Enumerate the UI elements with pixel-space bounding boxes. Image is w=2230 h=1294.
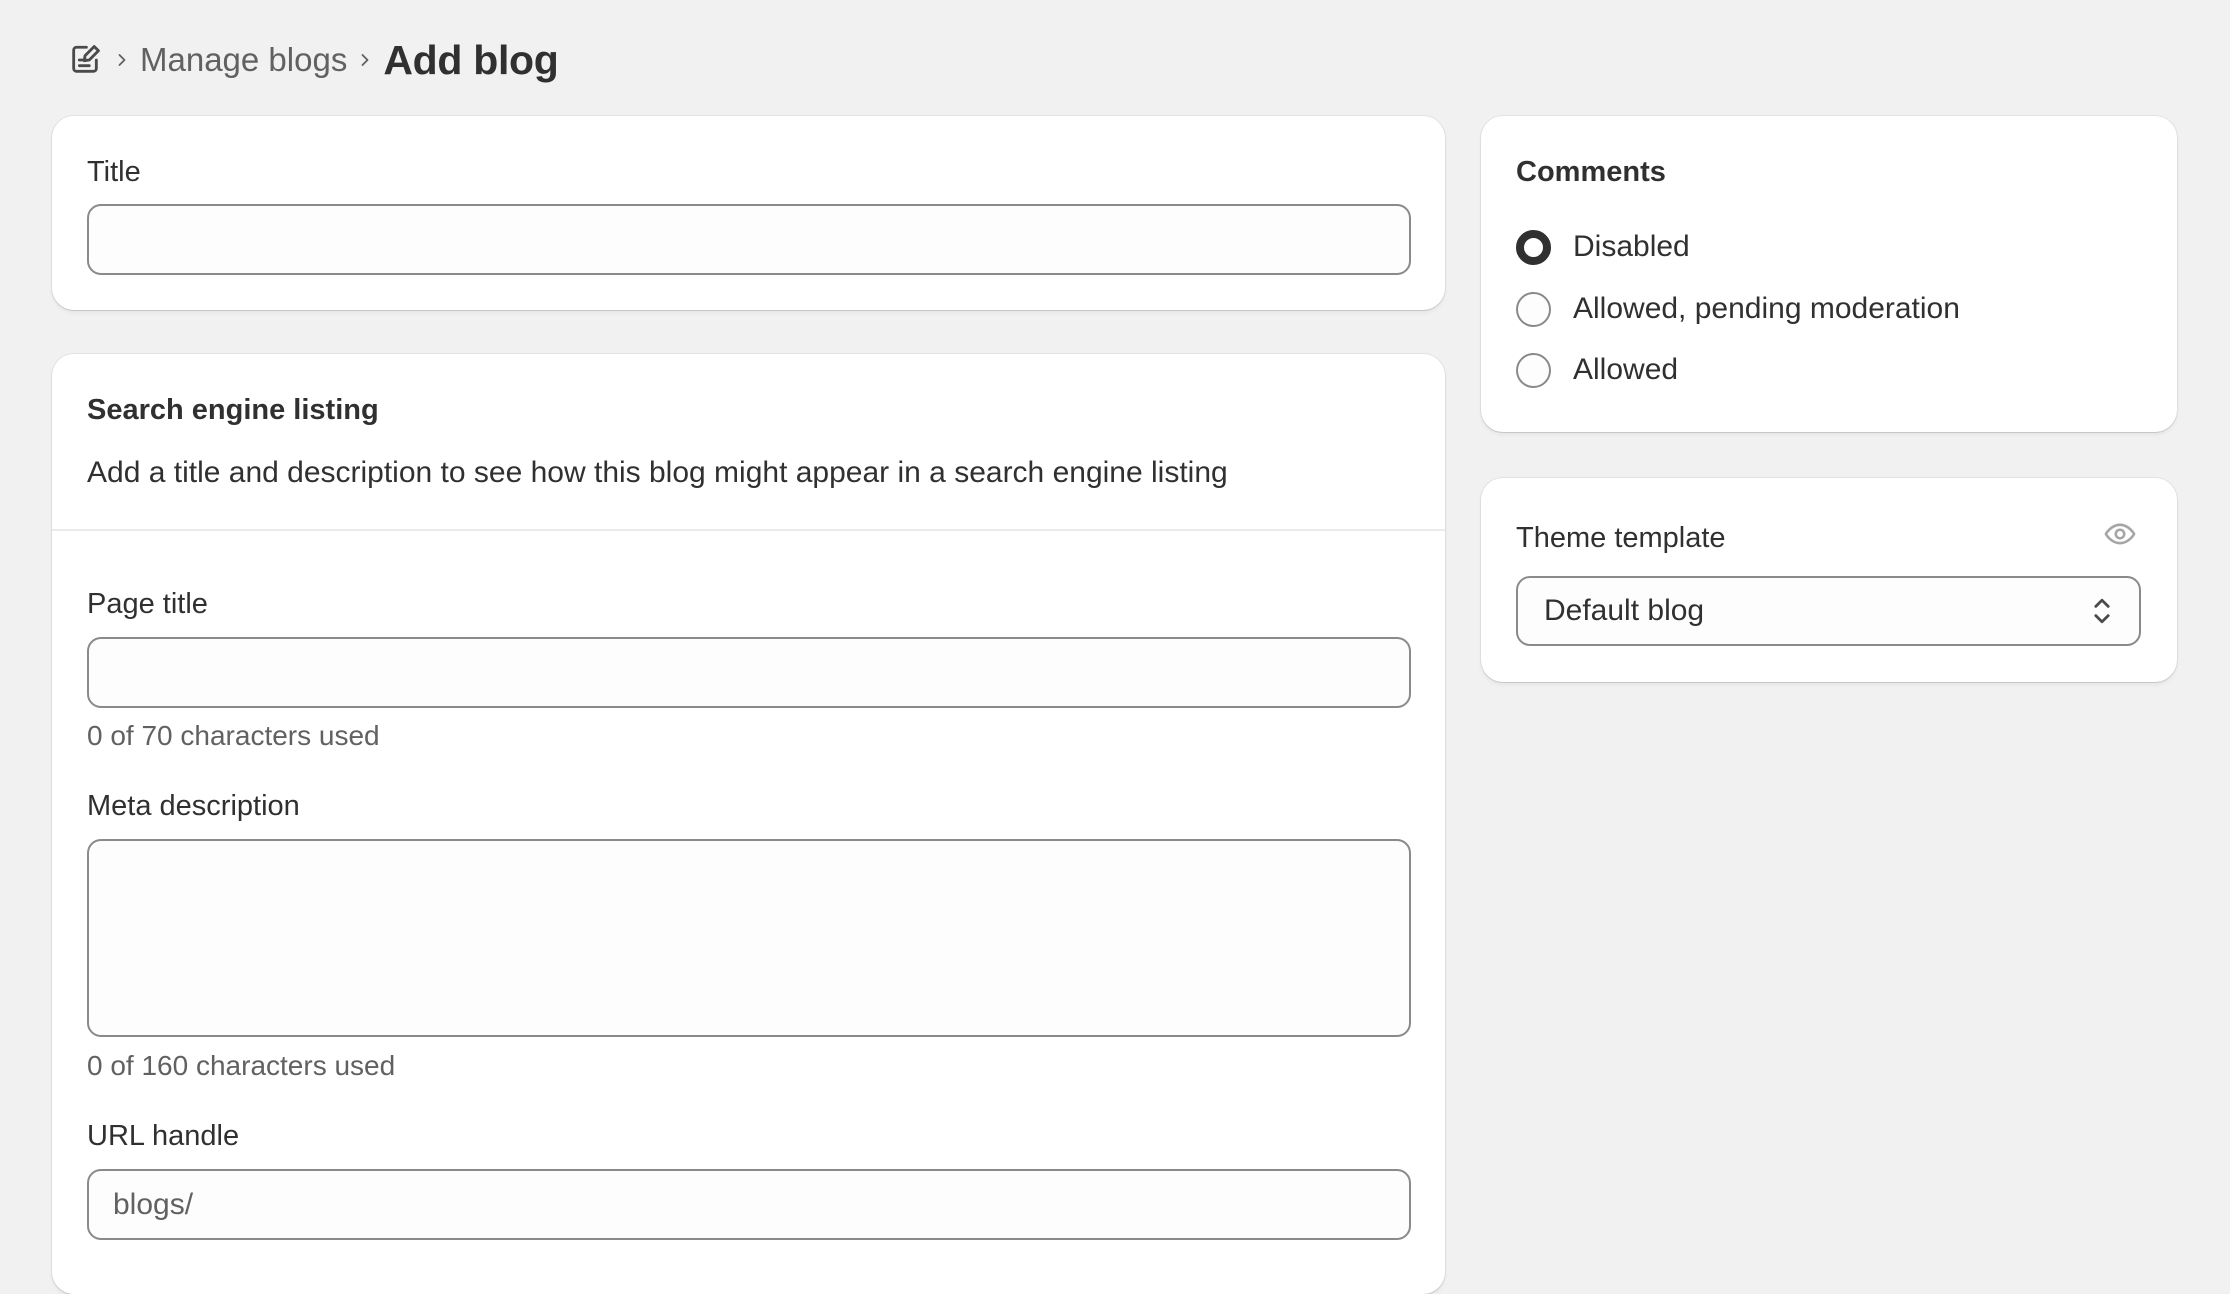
eye-icon[interactable] bbox=[2100, 514, 2140, 554]
radio-option-allowed[interactable]: Allowed bbox=[1516, 348, 1678, 392]
breadcrumb: Manage blogs Add blog bbox=[66, 30, 559, 90]
radio-button-checked[interactable] bbox=[1516, 229, 1551, 265]
chevron-right-icon bbox=[347, 52, 383, 68]
seo-divider bbox=[52, 529, 1445, 531]
theme-template-select[interactable]: Default blog bbox=[1516, 576, 2141, 646]
page-title-help: 0 of 70 characters used bbox=[87, 720, 380, 751]
title-card: Title bbox=[52, 116, 1445, 310]
meta-description-label: Meta description bbox=[87, 790, 300, 822]
radio-option-disabled[interactable]: Disabled bbox=[1516, 225, 1690, 269]
radio-option-allowed-pending-moderation[interactable]: Allowed, pending moderation bbox=[1516, 287, 1960, 331]
theme-template-card: Theme template Default blog bbox=[1481, 478, 2177, 682]
meta-description-help: 0 of 160 characters used bbox=[87, 1050, 396, 1081]
chevron-right-icon bbox=[104, 52, 140, 68]
seo-card: Search engine listing Add a title and de… bbox=[52, 354, 1445, 1294]
page-title-label: Page title bbox=[87, 588, 208, 620]
radio-button[interactable] bbox=[1516, 352, 1551, 388]
title-label: Title bbox=[87, 156, 141, 188]
theme-template-selected-value: Default blog bbox=[1544, 594, 1705, 627]
seo-heading: Search engine listing bbox=[87, 394, 379, 426]
url-handle-prefix: blogs/ bbox=[113, 1188, 194, 1221]
comments-card: Comments Disabled Allowed, pending moder… bbox=[1481, 116, 2177, 432]
radio-label: Allowed, pending moderation bbox=[1573, 292, 1960, 325]
seo-description: Add a title and description to see how t… bbox=[87, 456, 1228, 489]
radio-label: Allowed bbox=[1573, 353, 1679, 386]
page: Manage blogs Add blog Title Search engin… bbox=[0, 0, 2230, 1294]
theme-template-label: Theme template bbox=[1516, 522, 1726, 554]
comments-heading: Comments bbox=[1516, 156, 1666, 188]
radio-button[interactable] bbox=[1516, 291, 1551, 327]
blog-edit-icon[interactable] bbox=[66, 41, 104, 79]
meta-description-textarea[interactable] bbox=[87, 839, 1411, 1037]
breadcrumb-link-manage-blogs[interactable]: Manage blogs bbox=[140, 41, 347, 79]
title-input[interactable] bbox=[87, 204, 1411, 275]
url-handle-label: URL handle bbox=[87, 1120, 240, 1152]
radio-label: Disabled bbox=[1573, 230, 1690, 263]
url-handle-input[interactable] bbox=[87, 1169, 1411, 1240]
page-title-input[interactable] bbox=[87, 637, 1411, 708]
page-title: Add blog bbox=[383, 36, 559, 83]
select-chevrons-icon bbox=[2091, 594, 2113, 628]
